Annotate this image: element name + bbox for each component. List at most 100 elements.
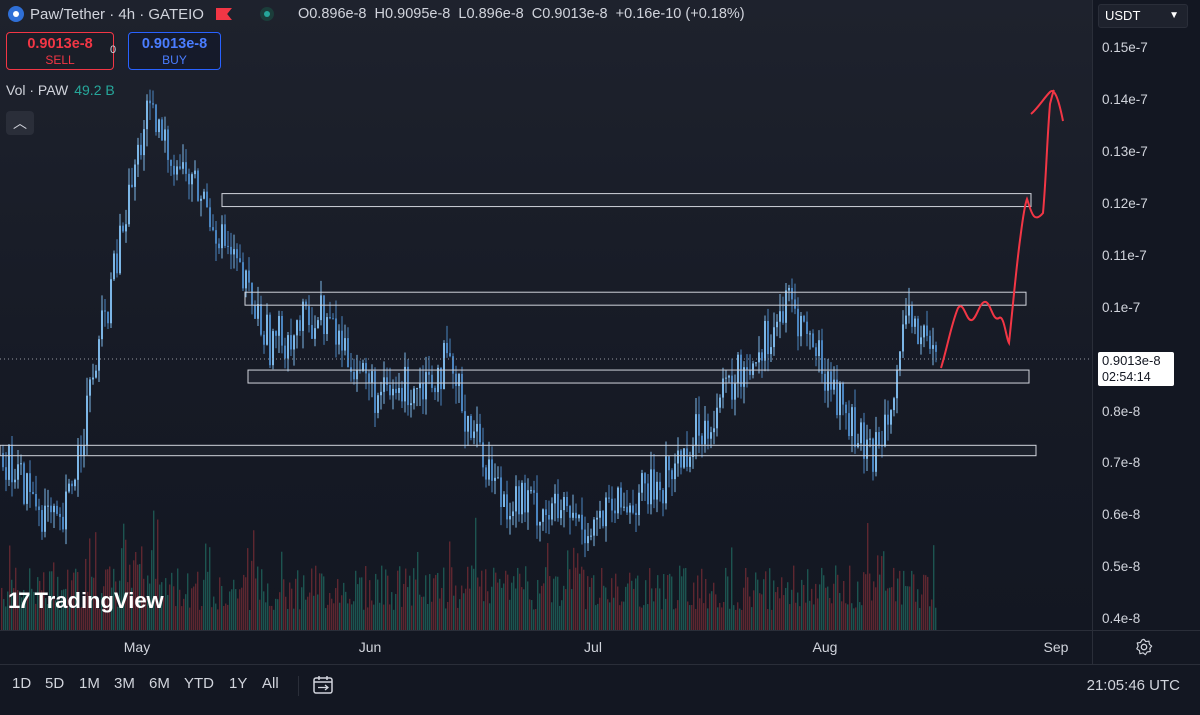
volume-bar xyxy=(311,568,313,630)
change-value: +0.16e-10 (+0.18%) xyxy=(615,6,745,22)
volume-bar xyxy=(875,587,877,630)
candle xyxy=(71,480,73,495)
last-price-value: 0.9013e-8 xyxy=(1102,353,1161,368)
currency-selector[interactable]: USDT ▼ xyxy=(1098,4,1188,28)
volume-bar xyxy=(909,586,911,630)
buy-button[interactable]: 0.9013e-8 BUY xyxy=(128,32,221,70)
range-button-ytd[interactable]: YTD xyxy=(184,675,214,692)
volume-bar xyxy=(705,578,707,630)
candle xyxy=(917,315,919,345)
volume-bar xyxy=(355,570,357,630)
range-button-6m[interactable]: 6M xyxy=(149,675,170,692)
candle xyxy=(182,144,184,175)
time-axis[interactable]: May Jun Jul Aug Sep xyxy=(0,630,1092,665)
volume-bar xyxy=(257,566,259,630)
volume-bar xyxy=(253,530,255,630)
symbol-title[interactable]: Paw/Tether · 4h · GATEIO xyxy=(30,6,204,23)
projection-arrow-drawing[interactable] xyxy=(940,89,1064,369)
volume-bar xyxy=(735,609,737,630)
range-button-3m[interactable]: 3M xyxy=(114,675,135,692)
volume-bar xyxy=(877,555,879,630)
volume-bar xyxy=(447,602,449,630)
candle xyxy=(161,117,163,141)
volume-bar xyxy=(349,598,351,630)
volume-bar xyxy=(897,578,899,630)
candle xyxy=(176,160,178,181)
candle xyxy=(335,300,337,358)
volume-bar xyxy=(775,592,777,630)
candle xyxy=(14,468,16,489)
support-resistance-zone[interactable] xyxy=(221,193,1032,208)
volume-bar xyxy=(575,567,577,630)
volume-bar xyxy=(769,568,771,630)
chevron-up-icon[interactable]: ︿ xyxy=(6,111,34,135)
volume-bar xyxy=(465,588,467,630)
volume-bar xyxy=(839,593,841,630)
volume-bar xyxy=(691,605,693,630)
candle xyxy=(566,491,568,512)
volume-bar xyxy=(881,556,883,630)
volume-bar xyxy=(201,606,203,630)
utc-clock[interactable]: 21:05:46 UTC xyxy=(1087,677,1180,694)
candle xyxy=(572,494,574,521)
candle xyxy=(662,488,664,517)
candle xyxy=(635,503,637,532)
volume-bar xyxy=(925,575,927,630)
volume-bar xyxy=(935,607,937,630)
volume-bar xyxy=(621,601,623,630)
range-button-all[interactable]: All xyxy=(262,675,279,692)
volume-legend[interactable]: Vol · PAW 49.2 B xyxy=(6,82,115,98)
range-button-5d[interactable]: 5D xyxy=(45,675,64,692)
support-resistance-zone[interactable] xyxy=(244,291,1027,306)
volume-bar xyxy=(555,576,557,630)
sell-button[interactable]: 0.9013e-8 SELL xyxy=(6,32,114,70)
volume-bar xyxy=(365,566,367,630)
spread-value: 0 xyxy=(110,44,117,56)
volume-bar xyxy=(389,604,391,630)
volume-bar xyxy=(423,596,425,630)
candle xyxy=(533,480,535,505)
candle xyxy=(470,413,472,441)
volume-bar xyxy=(825,587,827,630)
support-resistance-zone[interactable] xyxy=(247,369,1030,384)
range-button-1y[interactable]: 1Y xyxy=(229,675,247,692)
volume-bar xyxy=(777,587,779,630)
market-status-icon[interactable] xyxy=(259,7,274,21)
candle xyxy=(599,500,601,529)
flag-icon[interactable] xyxy=(215,8,232,20)
candle xyxy=(380,381,382,410)
support-resistance-zone[interactable] xyxy=(0,444,1037,457)
candle xyxy=(35,475,37,511)
volume-bar xyxy=(327,604,329,630)
volume-bar xyxy=(903,570,905,630)
candle xyxy=(539,521,541,542)
candle xyxy=(527,478,529,530)
volume-bar xyxy=(811,588,813,630)
calendar-range-icon[interactable] xyxy=(312,674,334,696)
volume-bar xyxy=(803,584,805,630)
volume-bar xyxy=(921,594,923,630)
candle-countdown: 02:54:14 xyxy=(1102,370,1151,384)
volume-bar xyxy=(837,574,839,630)
range-button-1d[interactable]: 1D xyxy=(12,675,31,692)
volume-bar xyxy=(269,605,271,630)
range-button-1m[interactable]: 1M xyxy=(79,675,100,692)
gear-icon[interactable] xyxy=(1135,638,1153,656)
volume-bar xyxy=(699,598,701,630)
candle xyxy=(479,413,481,445)
volume-bar xyxy=(347,603,349,630)
price-chart[interactable] xyxy=(0,0,1092,630)
candle xyxy=(146,94,148,147)
volume-bar xyxy=(603,585,605,630)
price-tick: 0.12e-7 xyxy=(1102,195,1148,211)
candle xyxy=(119,213,121,275)
volume-bar xyxy=(733,605,735,630)
chart-pane[interactable]: Paw/Tether · 4h · GATEIO O0.896e-8 H0.90… xyxy=(0,0,1092,630)
volume-bar xyxy=(795,602,797,630)
candle xyxy=(143,120,145,171)
volume-bar xyxy=(799,606,801,630)
volume-bar xyxy=(773,580,775,630)
volume-bar xyxy=(843,580,845,630)
volume-bar xyxy=(343,582,345,630)
candle xyxy=(926,310,928,342)
